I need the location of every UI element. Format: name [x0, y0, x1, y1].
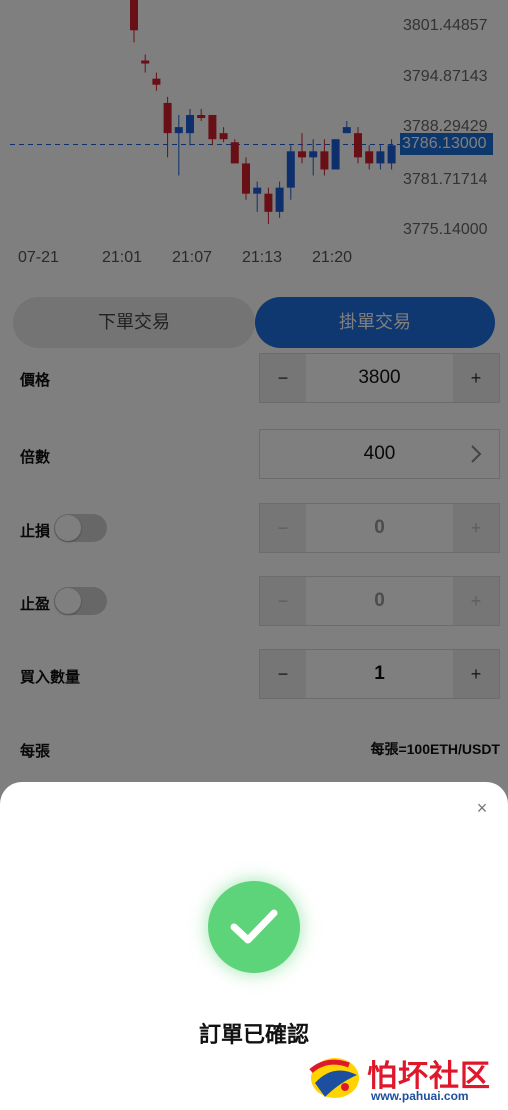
success-check-icon: [208, 881, 300, 973]
order-confirmed-message: 訂單已確認: [198, 1022, 309, 1047]
watermark-url: www.pahuai.com: [371, 1089, 469, 1103]
watermark-logo-icon: [309, 1058, 359, 1098]
watermark: 怕坏社区 www.pahuai.com: [305, 1049, 505, 1105]
close-icon[interactable]: ×: [472, 798, 492, 818]
checkmark-icon: [230, 909, 278, 944]
